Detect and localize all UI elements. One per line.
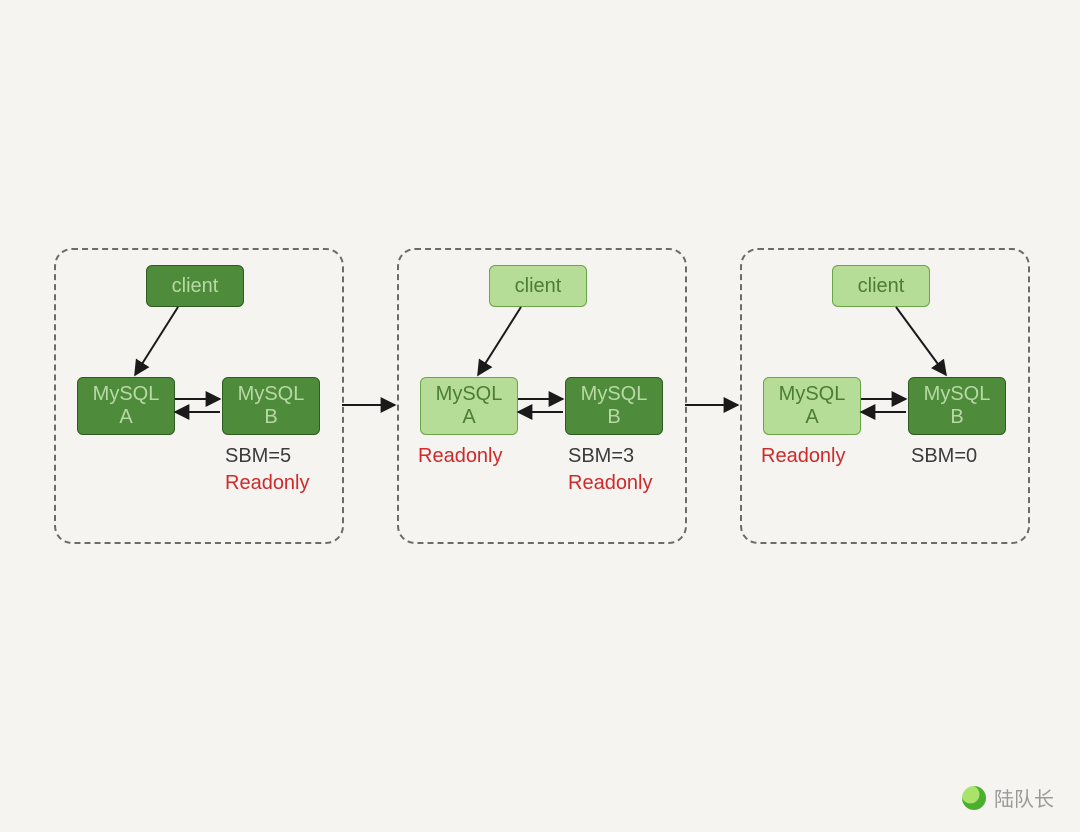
mysql-b-box-1: MySQL B (222, 377, 320, 435)
readonly-a-label-3: Readonly (761, 445, 846, 468)
sbm-label-3: SBM=0 (911, 445, 977, 468)
mysql-b-box-3: MySQL B (908, 377, 1006, 435)
sbm-label-1: SBM=5 (225, 445, 291, 468)
wechat-icon (962, 786, 986, 810)
readonly-a-label-2: Readonly (418, 445, 503, 468)
mysql-a-box-3: MySQL A (763, 377, 861, 435)
watermark-text: 陆队长 (994, 783, 1054, 812)
sbm-label-2: SBM=3 (568, 445, 634, 468)
client-box-1: client (146, 265, 244, 307)
mysql-a-box-2: MySQL A (420, 377, 518, 435)
client-box-3: client (832, 265, 930, 307)
readonly-b-label-1: Readonly (225, 472, 310, 495)
watermark: 陆队长 (962, 783, 1054, 812)
client-box-2: client (489, 265, 587, 307)
mysql-a-box-1: MySQL A (77, 377, 175, 435)
mysql-b-box-2: MySQL B (565, 377, 663, 435)
readonly-b-label-2: Readonly (568, 472, 653, 495)
diagram-canvas: client MySQL A MySQL B SBM=5 Readonly cl… (0, 0, 1080, 832)
